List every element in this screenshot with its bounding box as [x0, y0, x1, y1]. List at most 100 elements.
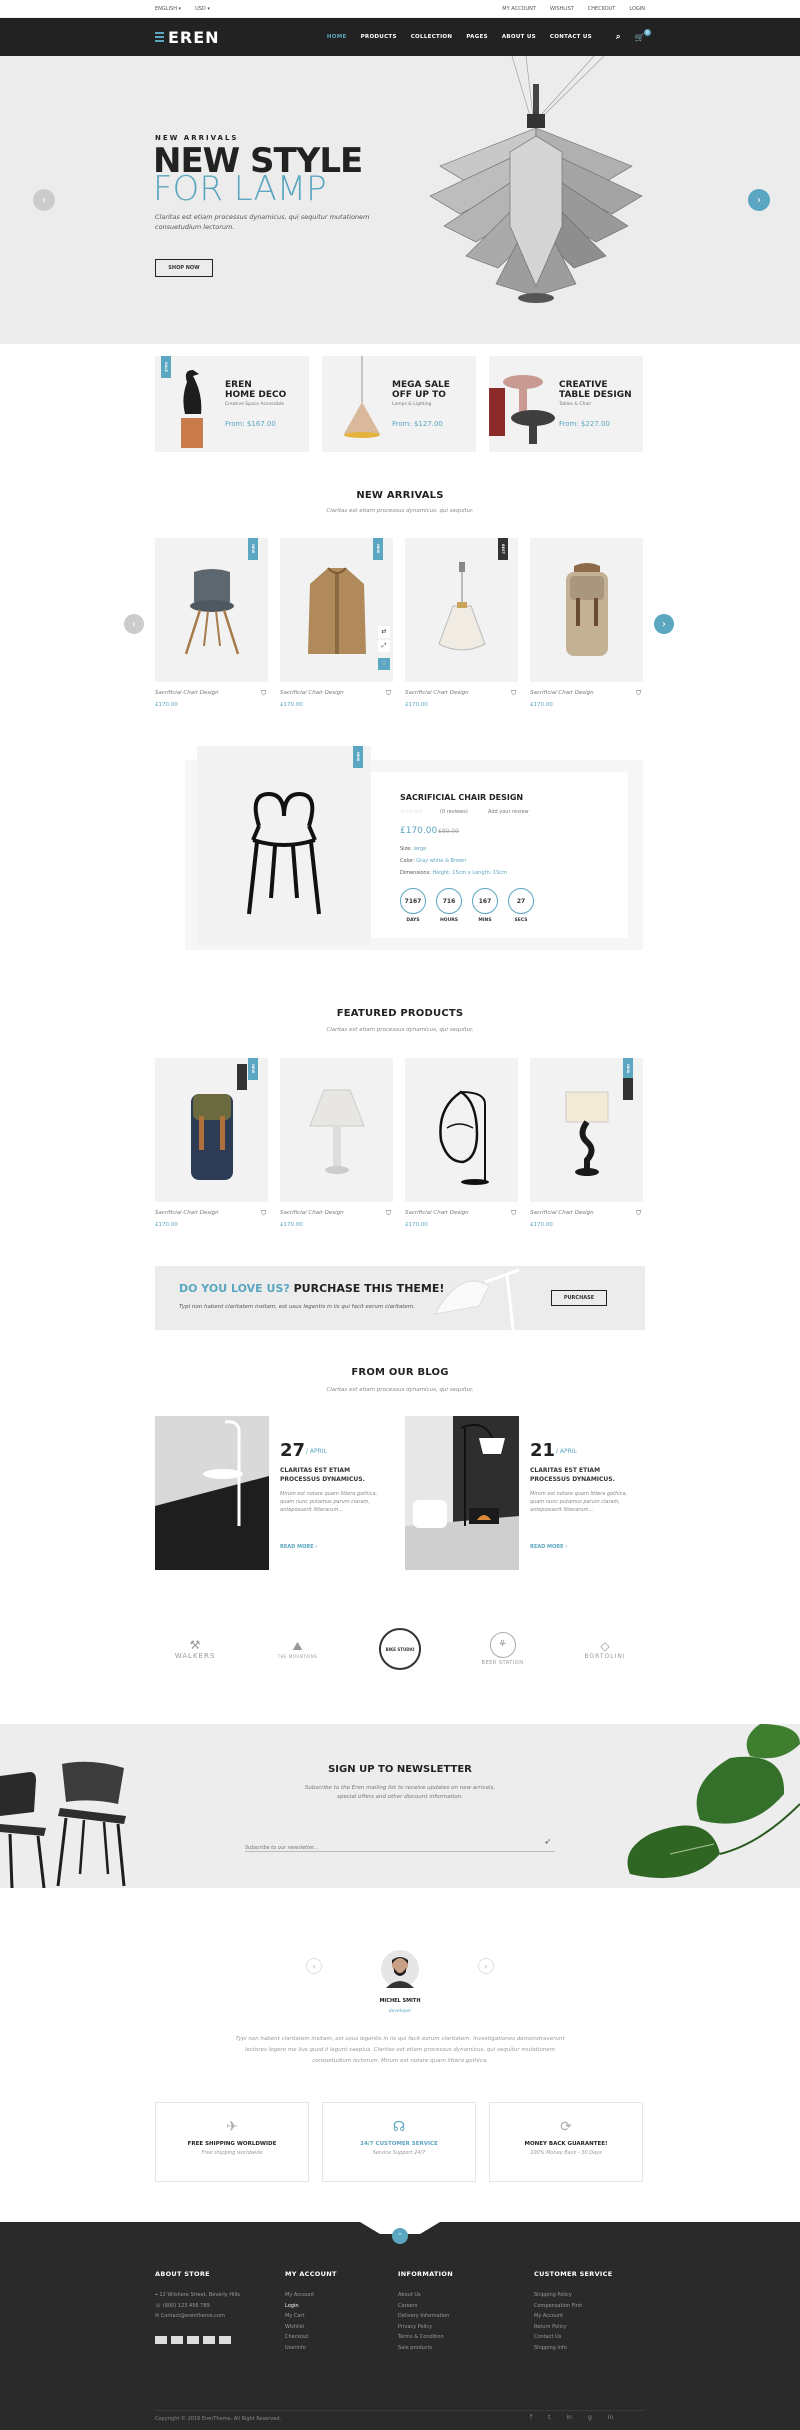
- promo-box-table-design[interactable]: CREATIVE TABLE DESIGN Tables & Chair From…: [489, 356, 643, 452]
- product-card[interactable]: NEW ⇄ ⤢ ♡: [280, 538, 393, 682]
- footer-link[interactable]: Compensation First: [534, 2301, 612, 2312]
- footer-link[interactable]: Shipping Info: [534, 2343, 612, 2354]
- send-icon[interactable]: ➶: [544, 1837, 551, 1846]
- newsletter-form: ➶: [245, 1834, 555, 1857]
- footer-link[interactable]: My Account: [534, 2311, 612, 2322]
- language-select[interactable]: ENGLISH ▾: [155, 6, 181, 12]
- arrivals-prev-arrow-icon[interactable]: ‹: [124, 614, 144, 634]
- login-link[interactable]: LOGIN: [629, 6, 645, 12]
- testimonial-role: developer: [388, 2009, 412, 2014]
- footer-link[interactable]: Userinfo: [285, 2343, 337, 2354]
- blog-image[interactable]: [405, 1416, 519, 1570]
- purchase-button[interactable]: PURCHASE: [551, 1290, 607, 1306]
- promo-box-mega-sale[interactable]: MEGA SALE OFF UP TO Lamps & Lighting From…: [322, 356, 476, 452]
- footer-link[interactable]: About Us: [398, 2290, 453, 2301]
- product-name[interactable]: Sacrificial Chair Design: [405, 690, 469, 696]
- product-card[interactable]: NEW: [155, 1058, 268, 1202]
- blog-post-title[interactable]: CLARITAS EST ETIAM PROCESSUS DYNAMICUS.: [280, 1466, 390, 1484]
- testimonial-next-arrow-icon[interactable]: ›: [478, 1958, 494, 1974]
- product-name[interactable]: Sacrificial Chair Design: [155, 1210, 219, 1216]
- footer-link[interactable]: Checkout: [285, 2332, 337, 2343]
- newsletter-email-input[interactable]: [245, 1839, 525, 1857]
- read-more-link[interactable]: READ MORE ›: [530, 1544, 567, 1550]
- add-review-link[interactable]: Add your review: [488, 809, 529, 815]
- product-card[interactable]: NEW: [155, 538, 268, 682]
- instagram-icon[interactable]: in: [608, 2414, 613, 2421]
- footer-link[interactable]: Shipping Policy: [534, 2290, 612, 2301]
- blog-image[interactable]: [155, 1416, 269, 1570]
- checkout-link[interactable]: CHECKOUT: [588, 6, 616, 12]
- nav-about[interactable]: ABOUT US: [502, 34, 536, 40]
- google-plus-icon[interactable]: g: [588, 2414, 592, 2421]
- promo-box-home-deco[interactable]: SALE EREN HOME DECO Creative Space Access…: [155, 356, 309, 452]
- arrivals-next-arrow-icon[interactable]: ›: [654, 614, 674, 634]
- currency-select[interactable]: USD ▾: [195, 6, 210, 12]
- wishlist-link[interactable]: WISHLIST: [550, 6, 574, 12]
- amex-icon: [203, 2335, 215, 2344]
- add-to-cart-icon[interactable]: ⛉: [511, 689, 516, 698]
- nav-home[interactable]: HOME: [327, 34, 347, 40]
- product-name[interactable]: Sacrificial Chair Design: [155, 690, 219, 696]
- wishlist-heart-icon[interactable]: ♡: [378, 658, 390, 670]
- shop-now-button[interactable]: SHOP NOW: [155, 259, 213, 277]
- product-name[interactable]: Sacrificial Chair Design: [280, 690, 344, 696]
- product-card[interactable]: [530, 538, 643, 682]
- footer-link[interactable]: Privacy Policy: [398, 2322, 453, 2333]
- blog-post-title[interactable]: CLARITAS EST ETIAM PROCESSUS DYNAMICUS.: [530, 1466, 640, 1484]
- scroll-top-arrow-icon[interactable]: ⌃: [392, 2228, 408, 2244]
- hero-slider: NEW ARRIVALS NEW STYLE FOR LAMP Claritas…: [0, 56, 800, 344]
- footer-link[interactable]: Sale products: [398, 2343, 453, 2354]
- my-account-link[interactable]: MY ACCOUNT: [502, 6, 536, 12]
- compare-icon[interactable]: ⇄: [378, 626, 390, 638]
- footer-link[interactable]: Wishlist: [285, 2322, 337, 2333]
- testimonial-prev-arrow-icon[interactable]: ‹: [306, 1958, 322, 1974]
- brand-logo-bortolini[interactable]: ◇ BORTOLINI: [565, 1639, 645, 1660]
- cart-icon[interactable]: 🛒 0: [635, 28, 651, 42]
- linkedin-icon[interactable]: in: [566, 2414, 571, 2421]
- product-card[interactable]: NEW: [530, 1058, 643, 1202]
- footer-link[interactable]: Login: [285, 2301, 337, 2312]
- nav-products[interactable]: PRODUCTS: [361, 34, 397, 40]
- footer-link[interactable]: My Cart: [285, 2311, 337, 2322]
- footer-link[interactable]: My Account: [285, 2290, 337, 2301]
- product-name[interactable]: Sacrificial Chair Design: [530, 690, 594, 696]
- add-to-cart-icon[interactable]: ⛉: [261, 1209, 266, 1218]
- product-card[interactable]: [405, 1058, 518, 1202]
- product-name[interactable]: Sacrificial Chair Design: [530, 1210, 594, 1216]
- nav-collection[interactable]: COLLECTION: [411, 34, 453, 40]
- product-card[interactable]: BEST: [405, 538, 518, 682]
- footer-link[interactable]: Contact Us: [534, 2332, 612, 2343]
- brand-logo-beer-station[interactable]: ⚘ BEER STATION: [463, 1632, 543, 1666]
- product-card[interactable]: [280, 1058, 393, 1202]
- deal-product-title[interactable]: SACRIFICIAL CHAIR DESIGN: [400, 793, 523, 802]
- brand-logo-bike-studio[interactable]: BIKE STUDIO: [360, 1628, 440, 1670]
- footer-link[interactable]: Careers: [398, 2301, 453, 2312]
- quick-view-icon[interactable]: ⤢: [378, 640, 390, 652]
- product-price: £170.00: [280, 702, 303, 708]
- footer-link[interactable]: Terms & Condition: [398, 2332, 453, 2343]
- brand-logo-walkers[interactable]: ⚒ WALKERS: [155, 1638, 235, 1660]
- add-to-cart-icon[interactable]: ⛉: [386, 689, 391, 698]
- hero-next-arrow-icon[interactable]: ›: [748, 189, 770, 211]
- nav-contact[interactable]: CONTACT US: [550, 34, 592, 40]
- footer-email[interactable]: ✉ Contact@erentheme.com: [155, 2311, 240, 2322]
- add-to-cart-icon[interactable]: ⛉: [636, 689, 641, 698]
- add-to-cart-icon[interactable]: ⛉: [261, 689, 266, 698]
- brand-logo-mountains[interactable]: ⛰ THE MOUNTAINS: [258, 1639, 338, 1659]
- facebook-icon[interactable]: f: [530, 2414, 532, 2421]
- deal-image-box[interactable]: NEW: [197, 746, 371, 946]
- nav-pages[interactable]: PAGES: [466, 34, 488, 40]
- add-to-cart-icon[interactable]: ⛉: [386, 1209, 391, 1218]
- add-to-cart-icon[interactable]: ⛉: [636, 1209, 641, 1218]
- twitter-icon[interactable]: t: [548, 2414, 550, 2421]
- add-to-cart-icon[interactable]: ⛉: [511, 1209, 516, 1218]
- product-name[interactable]: Sacrificial Chair Design: [280, 1210, 344, 1216]
- read-more-link[interactable]: READ MORE ›: [280, 1544, 317, 1550]
- reviews-count[interactable]: (0 reviews): [440, 809, 468, 815]
- footer-link[interactable]: Return Policy: [534, 2322, 612, 2333]
- footer-link[interactable]: Delivery Information: [398, 2311, 453, 2322]
- logo[interactable]: EREN: [155, 28, 220, 47]
- search-icon[interactable]: ⌕: [616, 32, 621, 42]
- product-name[interactable]: Sacrificial Chair Design: [405, 1210, 469, 1216]
- hero-prev-arrow-icon[interactable]: ‹: [33, 189, 55, 211]
